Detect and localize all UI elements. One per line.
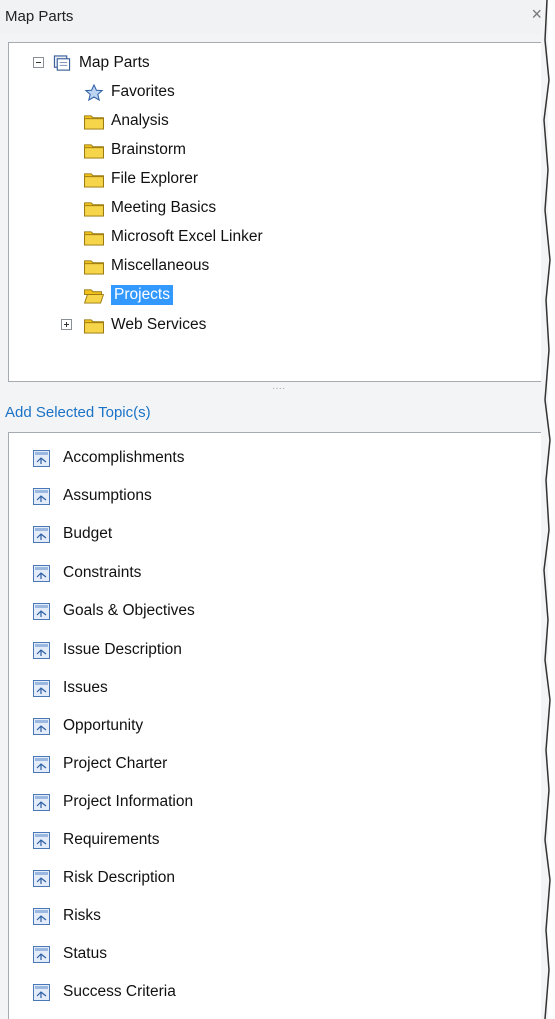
tree-node-brainstorm[interactable]: Brainstorm	[83, 138, 186, 162]
list-item-project-charter[interactable]: Project Charter	[33, 751, 167, 777]
tree-node-projects[interactable]: Projects	[83, 283, 173, 307]
tree-node-miscellaneous[interactable]: Miscellaneous	[83, 254, 209, 278]
tree-node-root[interactable]: Map Parts	[51, 51, 150, 75]
list-item-label: Project Charter	[63, 755, 168, 772]
map-part-icon	[33, 525, 50, 543]
map-part-icon	[33, 679, 50, 697]
tree-node-label: Map Parts	[79, 54, 150, 71]
tree-node-file-explorer[interactable]: File Explorer	[83, 167, 198, 191]
map-part-icon	[33, 449, 50, 467]
list-item-label: Constraints	[63, 564, 142, 581]
tree-node-label: Analysis	[111, 112, 169, 129]
list-item-label: Budget	[63, 525, 113, 542]
list-item-label: Assumptions	[63, 487, 152, 504]
folder-icon	[84, 114, 104, 130]
map-parts-pane: Map Parts × Map Parts Favorites Analysis…	[0, 0, 548, 1019]
map-parts-tree[interactable]: Map Parts Favorites Analysis Brainstorm	[8, 42, 542, 382]
collapse-toggle[interactable]	[33, 57, 44, 68]
list-item-budget[interactable]: Budget	[33, 521, 112, 547]
map-part-icon	[33, 869, 50, 887]
map-part-icon	[33, 717, 50, 735]
map-part-icon	[33, 602, 50, 620]
map-part-icon	[33, 641, 50, 659]
list-item-label: Accomplishments	[63, 449, 185, 466]
tree-node-excel-linker[interactable]: Microsoft Excel Linker	[83, 225, 263, 249]
list-item-assumptions[interactable]: Assumptions	[33, 483, 152, 509]
tree-node-meeting-basics[interactable]: Meeting Basics	[83, 196, 216, 220]
list-item-goals-objectives[interactable]: Goals & Objectives	[33, 598, 195, 624]
list-item-risk-description[interactable]: Risk Description	[33, 865, 175, 891]
map-part-icon	[33, 793, 50, 811]
expand-toggle[interactable]	[61, 319, 72, 330]
list-item-label: Requirements	[63, 831, 160, 848]
splitter-handle[interactable]: ····	[272, 384, 285, 394]
list-item-issues[interactable]: Issues	[33, 675, 108, 701]
tree-node-web-services[interactable]: Web Services	[83, 313, 206, 337]
list-item-success-criteria[interactable]: Success Criteria	[33, 979, 176, 1005]
tree-node-favorites[interactable]: Favorites	[83, 80, 175, 104]
list-item-label: Issues	[63, 679, 108, 696]
tree-node-label: File Explorer	[111, 170, 198, 187]
torn-edge-decoration	[541, 0, 551, 1019]
map-part-icon	[33, 831, 50, 849]
tree-node-analysis[interactable]: Analysis	[83, 109, 169, 133]
folder-icon	[84, 143, 104, 159]
tree-node-label: Meeting Basics	[111, 199, 217, 216]
star-icon	[84, 83, 104, 101]
pane-titlebar: Map Parts ×	[0, 0, 548, 34]
list-item-label: Issue Description	[63, 641, 182, 658]
list-item-requirements[interactable]: Requirements	[33, 827, 160, 853]
list-item-label: Goals & Objectives	[63, 602, 195, 619]
tree-node-label: Favorites	[111, 83, 175, 100]
tree-node-label: Web Services	[111, 316, 207, 333]
tree-node-label: Brainstorm	[111, 141, 186, 158]
list-item-label: Risk Description	[63, 869, 175, 886]
map-part-icon	[33, 564, 50, 582]
list-item-label: Opportunity	[63, 717, 144, 734]
map-part-icon	[33, 945, 50, 963]
list-item-accomplishments[interactable]: Accomplishments	[33, 445, 184, 471]
tree-node-label: Microsoft Excel Linker	[111, 228, 263, 245]
folder-icon	[84, 201, 104, 217]
library-icon	[53, 54, 71, 71]
map-part-icon	[33, 983, 50, 1001]
list-item-project-information[interactable]: Project Information	[33, 789, 193, 815]
folder-icon	[84, 259, 104, 275]
list-item-status[interactable]: Status	[33, 941, 107, 967]
list-item-label: Success Criteria	[63, 983, 176, 1000]
list-item-constraints[interactable]: Constraints	[33, 560, 141, 586]
pane-title: Map Parts	[5, 8, 74, 25]
topic-list[interactable]: Accomplishments Assumptions Budget Const…	[8, 432, 542, 1019]
folder-icon	[84, 318, 104, 334]
list-item-risks[interactable]: Risks	[33, 903, 101, 929]
map-part-icon	[33, 755, 50, 773]
folder-icon	[84, 230, 104, 246]
folder-icon	[84, 172, 104, 188]
tree-node-label-selected: Projects	[111, 285, 173, 305]
add-selected-topics-link[interactable]: Add Selected Topic(s)	[5, 404, 151, 421]
map-part-icon	[33, 907, 50, 925]
map-part-icon	[33, 487, 50, 505]
list-item-label: Risks	[63, 907, 101, 924]
list-item-label: Status	[63, 945, 107, 962]
open-folder-icon	[83, 288, 105, 304]
tree-node-label: Miscellaneous	[111, 257, 210, 274]
list-item-label: Project Information	[63, 793, 194, 810]
list-item-opportunity[interactable]: Opportunity	[33, 713, 143, 739]
list-item-issue-description[interactable]: Issue Description	[33, 637, 182, 663]
